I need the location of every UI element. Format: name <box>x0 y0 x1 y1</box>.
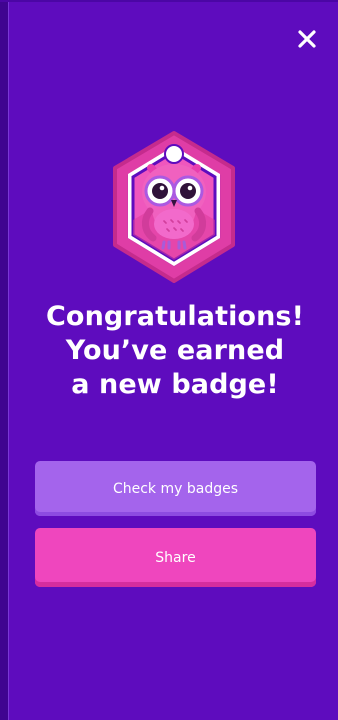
badge-earned-screen: Congratulations! You’ve earned a new bad… <box>0 0 338 720</box>
message-line-new-badge: a new badge! <box>71 369 279 400</box>
message-line-congratulations: Congratulations! <box>46 301 304 332</box>
check-my-badges-label: Check my badges <box>112 480 239 497</box>
badge-earned-message: Congratulations! You’ve earned a new bad… <box>12 300 338 402</box>
share-button[interactable]: Share <box>35 528 316 587</box>
owl-badge <box>107 130 241 285</box>
owl-badge-icon <box>113 131 235 283</box>
share-label: Share <box>155 549 196 566</box>
close-icon <box>298 30 316 48</box>
top-border <box>0 0 338 2</box>
check-my-badges-button[interactable]: Check my badges <box>35 461 316 516</box>
close-button[interactable] <box>290 22 324 56</box>
message-line-earned: You’ve earned <box>65 335 285 366</box>
side-border <box>0 0 9 720</box>
